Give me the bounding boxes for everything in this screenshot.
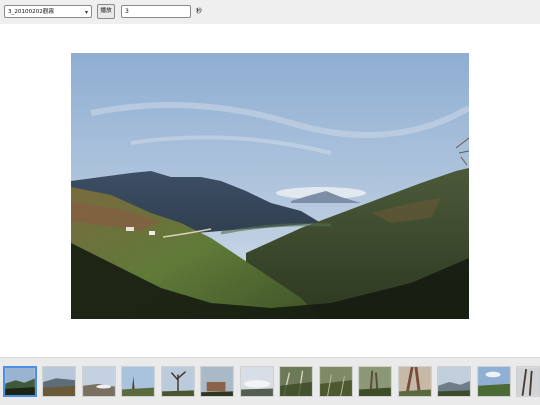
thumbnail-12[interactable] [437,366,471,397]
thumbnail-5[interactable] [161,366,195,397]
photo-thumbnail-icon [122,367,154,396]
photo-thumbnail-icon [162,367,194,396]
album-select-value: 3_20100202觀霧 [8,9,55,15]
photo-thumbnail-icon [5,368,35,395]
photo-thumbnail-icon [359,367,391,396]
play-button[interactable]: 播放 [97,4,115,19]
photo-thumbnail-icon [399,367,431,396]
photo-thumbnail-icon [320,367,352,396]
photo-thumbnail-icon [280,367,312,396]
thumbnail-1[interactable] [3,366,37,397]
thumbnail-6[interactable] [200,366,234,397]
photo-thumbnail-icon [241,367,273,396]
photo-thumbnail-icon [438,367,470,396]
thumbnail-8[interactable] [279,366,313,397]
thumbnail-strip [0,357,540,405]
thumbnail-3[interactable] [82,366,116,397]
main-photo [71,53,469,319]
thumbnail-7[interactable] [240,366,274,397]
photo-thumbnail-icon [43,367,75,396]
photo-thumbnail-icon [83,367,115,396]
interval-unit-label: 秒 [196,8,203,15]
thumbnail-9[interactable] [319,366,353,397]
thumbnail-14[interactable] [516,366,540,397]
photo-thumbnail-icon [201,367,233,396]
thumbnail-13[interactable] [477,366,511,397]
thumbnail-11[interactable] [398,366,432,397]
photo-thumbnail-icon [478,367,510,396]
chevron-down-icon: ▾ [84,9,88,16]
mountain-landscape-photo [71,53,469,319]
album-select[interactable]: 3_20100202觀霧 ▾ [4,5,92,18]
thumbnail-4[interactable] [121,366,155,397]
toolbar: 3_20100202觀霧 ▾ 播放 3 秒 [0,0,540,24]
photo-thumbnail-icon [517,367,539,396]
thumbnail-2[interactable] [42,366,76,397]
thumbnail-10[interactable] [358,366,392,397]
interval-input[interactable]: 3 [121,5,191,18]
